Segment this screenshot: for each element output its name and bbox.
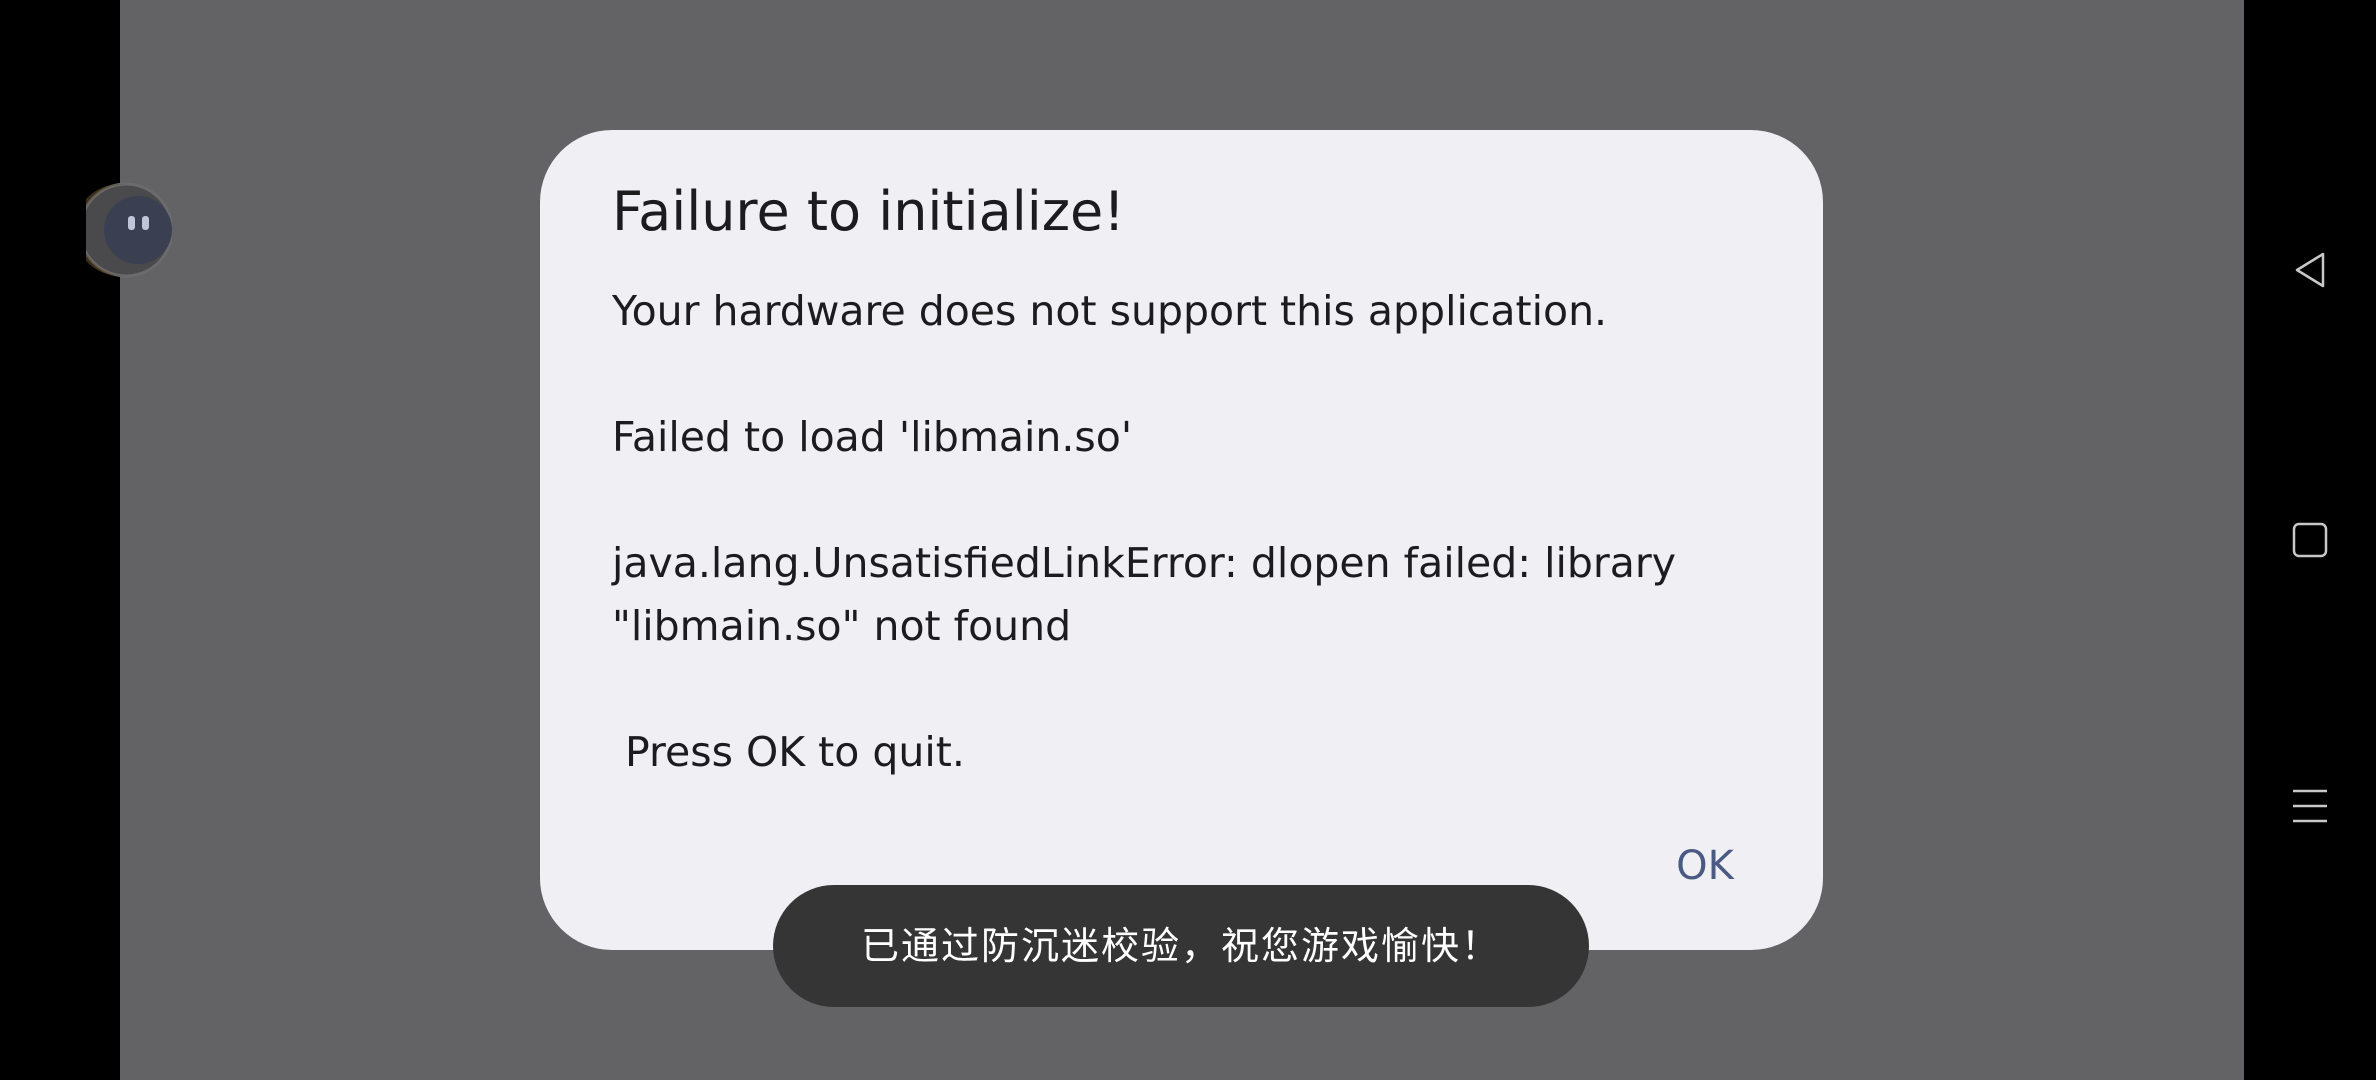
floating-assistant-ball[interactable] [86,180,172,280]
anti-addiction-toast: 已通过防沉迷校验，祝您游戏愉快！ [773,885,1589,1007]
left-edge-bar [0,0,120,1080]
menu-lines-icon [2293,789,2327,823]
nav-back-button[interactable] [2290,250,2330,290]
dialog-message: Your hardware does not support this appl… [612,287,1677,776]
dialog-title: Failure to initialize! [612,180,1125,243]
home-square-icon [2292,522,2328,558]
ok-button[interactable]: OK [1650,832,1760,900]
error-dialog: Failure to initialize! Your hardware doe… [540,130,1823,950]
screen: Failure to initialize! Your hardware doe… [0,0,2376,1080]
nav-home-button[interactable] [2290,520,2330,560]
assistant-ball-icon [86,182,172,278]
back-triangle-icon [2295,252,2325,288]
nav-menu-button[interactable] [2290,786,2330,826]
